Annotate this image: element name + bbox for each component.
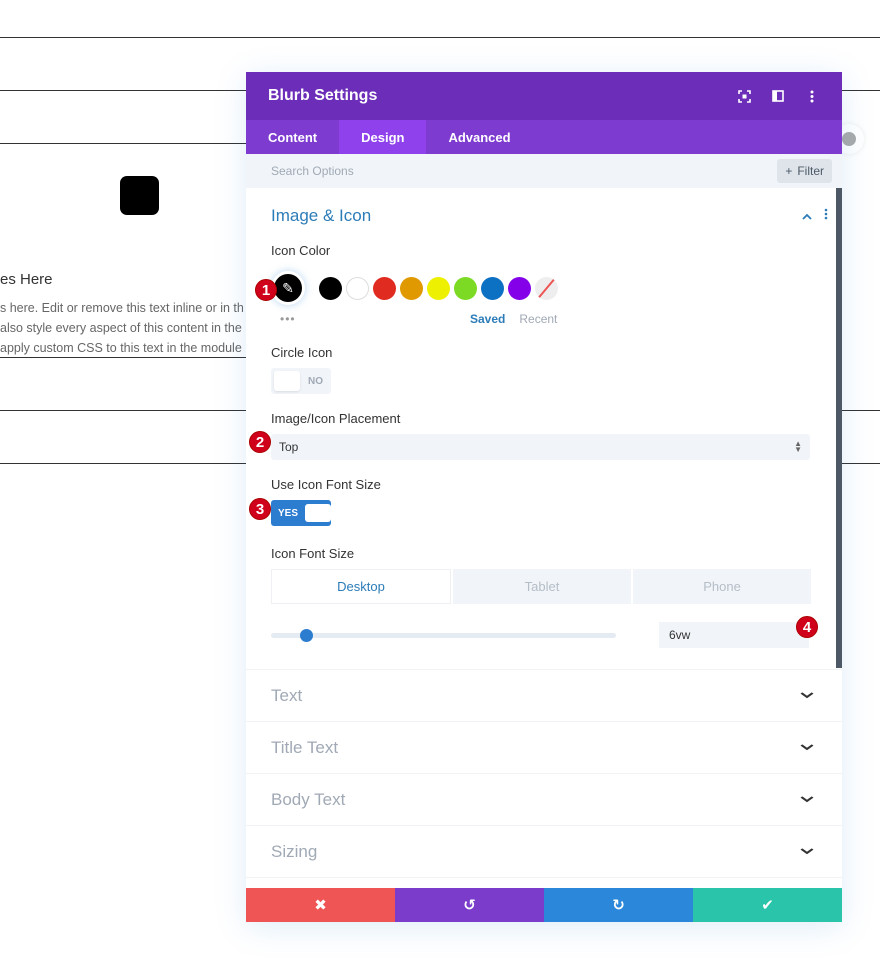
blurb-icon[interactable] — [120, 176, 159, 215]
screenshot-icon[interactable] — [736, 88, 752, 104]
color-swatch[interactable] — [346, 276, 369, 300]
redo-button[interactable]: ↻ — [544, 888, 693, 922]
section-text[interactable]: Text — [246, 670, 842, 722]
redo-icon: ↻ — [612, 897, 625, 914]
section-title[interactable]: Image & Icon — [271, 206, 817, 226]
placement-label: Image/Icon Placement — [271, 411, 401, 426]
filter-label: Filter — [797, 164, 824, 178]
blurb-settings-modal: Blurb Settings Content Design Advanced +… — [246, 72, 842, 922]
chevron-down-icon[interactable] — [800, 742, 814, 754]
undo-icon: ↺ — [463, 897, 476, 914]
save-button[interactable]: ✔ — [693, 888, 842, 922]
settings-body: Image & Icon Icon Color ✎ ••• Saved Rece… — [246, 188, 842, 888]
select-value: Top — [279, 440, 299, 454]
slider-thumb[interactable] — [299, 628, 313, 642]
annotation-badge: 1 — [255, 279, 277, 301]
search-input[interactable] — [271, 164, 778, 178]
chevron-down-icon[interactable] — [800, 794, 814, 806]
section-image-icon: Image & Icon Icon Color ✎ ••• Saved Rece… — [246, 188, 842, 670]
modal-footer: ✖ ↺ ↻ ✔ — [246, 888, 842, 922]
device-tab-tablet[interactable]: Tablet — [453, 569, 631, 604]
toggle-label: YES — [278, 507, 299, 519]
annotation-badge: 3 — [249, 498, 271, 520]
more-vertical-icon[interactable] — [804, 88, 820, 104]
icon-font-size-control — [271, 622, 817, 648]
color-swatch[interactable] — [373, 276, 396, 300]
blurb-title[interactable]: es Here — [0, 271, 53, 288]
more-colors-icon[interactable]: ••• — [280, 312, 470, 326]
blurb-body-line: s here. Edit or remove this text inline … — [0, 301, 244, 315]
icon-color-label: Icon Color — [271, 243, 331, 258]
section-title: Body Text — [271, 789, 346, 809]
toggle-knob — [274, 371, 300, 391]
split-view-icon[interactable] — [770, 88, 786, 104]
filter-button[interactable]: + Filter — [777, 159, 832, 183]
color-swatch[interactable] — [508, 276, 531, 300]
check-icon: ✔ — [761, 897, 774, 914]
icon-font-size-label: Icon Font Size — [271, 546, 355, 561]
annotation-badge: 4 — [796, 616, 818, 638]
annotation-badge: 2 — [249, 431, 271, 453]
blurb-body-line: also style every aspect of this content … — [0, 321, 242, 335]
section-body-text[interactable]: Body Text — [246, 774, 842, 826]
divider-line — [0, 357, 246, 358]
color-swatch[interactable] — [400, 276, 423, 300]
chevron-down-icon[interactable] — [800, 846, 814, 858]
modal-title: Blurb Settings — [268, 87, 378, 104]
device-tab-desktop[interactable]: Desktop — [271, 569, 451, 604]
plus-icon: + — [785, 164, 793, 178]
chevron-up-icon[interactable] — [802, 209, 812, 223]
select-arrows-icon: ▲ ▼ — [794, 439, 802, 454]
saved-colors-tab[interactable]: Saved — [470, 312, 505, 326]
color-swatch[interactable] — [481, 276, 504, 300]
eyedropper-icon: ✎ — [282, 279, 294, 296]
close-icon: ✖ — [314, 897, 327, 914]
toggle-knob — [305, 504, 331, 522]
more-vertical-icon[interactable] — [824, 208, 828, 223]
divider-line — [0, 143, 246, 144]
circle-icon-toggle[interactable]: NO — [271, 368, 331, 394]
toggle-label: NO — [308, 375, 323, 387]
recent-colors-tab[interactable]: Recent — [519, 312, 557, 326]
section-sizing[interactable]: Sizing — [246, 826, 842, 878]
blurb-body-line: apply custom CSS to this text in the mod… — [0, 341, 242, 355]
color-picker: ✎ — [271, 271, 817, 305]
modal-header[interactable]: Blurb Settings — [246, 72, 842, 120]
use-icon-font-size-toggle[interactable]: YES — [271, 500, 331, 526]
section-title: Sizing — [271, 841, 318, 861]
color-swatch[interactable] — [319, 276, 342, 300]
section-title: Text — [271, 685, 303, 705]
color-swatch[interactable] — [454, 276, 477, 300]
undo-button[interactable]: ↺ — [395, 888, 544, 922]
section-title-text[interactable]: Title Text — [246, 722, 842, 774]
settings-tabs: Content Design Advanced — [246, 120, 842, 154]
tab-content[interactable]: Content — [246, 120, 339, 154]
chevron-down-icon[interactable] — [800, 690, 814, 702]
icon-font-size-input[interactable] — [659, 622, 809, 648]
tab-design[interactable]: Design — [339, 120, 427, 154]
search-bar: + Filter — [246, 154, 842, 188]
cancel-button[interactable]: ✖ — [246, 888, 395, 922]
device-tab-phone[interactable]: Phone — [633, 569, 811, 604]
placement-select[interactable]: Top ▲ ▼ — [271, 434, 810, 460]
blurb-body[interactable]: s here. Edit or remove this text inline … — [0, 298, 246, 358]
no-color-swatch[interactable] — [535, 276, 558, 300]
color-swatch[interactable] — [427, 276, 450, 300]
section-title: Title Text — [271, 737, 339, 757]
globe-icon — [842, 132, 856, 146]
tab-advanced[interactable]: Advanced — [426, 120, 532, 154]
divider-line — [0, 37, 880, 38]
device-tabs: Desktop Tablet Phone — [271, 569, 811, 604]
circle-icon-label: Circle Icon — [271, 345, 333, 360]
slider-track[interactable] — [271, 628, 616, 642]
use-icon-font-size-label: Use Icon Font Size — [271, 477, 381, 492]
